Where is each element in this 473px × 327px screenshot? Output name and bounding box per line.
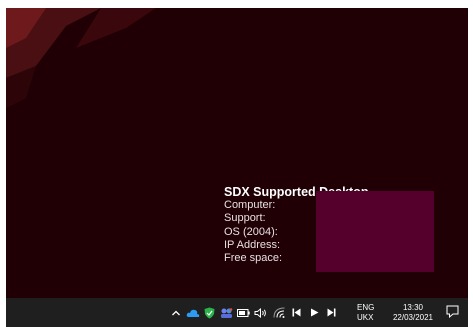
language-code: ENG [357, 303, 375, 312]
previous-track-icon[interactable] [290, 298, 303, 327]
desktop-background: SDX Supported Desktop Computer: Support:… [6, 8, 468, 298]
battery-icon[interactable] [236, 298, 250, 327]
redacted-values-box [316, 191, 434, 272]
onedrive-cloud-icon[interactable] [186, 298, 200, 327]
taskbar: ENG UKX 13:30 22/03/2021 [6, 298, 468, 327]
clock-date: 22/03/2021 [392, 313, 434, 322]
next-track-icon[interactable] [325, 298, 338, 327]
teams-icon[interactable] [219, 298, 233, 327]
wallpaper-art [6, 8, 156, 108]
clock[interactable]: 13:30 22/03/2021 [387, 303, 439, 323]
chevron-up-icon[interactable] [170, 298, 182, 327]
notification-icon[interactable] [446, 305, 459, 323]
wifi-icon[interactable] [272, 298, 286, 327]
language-indicator[interactable]: ENG UKX [357, 303, 374, 323]
volume-icon[interactable] [253, 298, 267, 327]
play-icon[interactable] [308, 298, 321, 327]
clock-time: 13:30 [402, 303, 424, 312]
keyboard-layout: UKX [357, 313, 374, 322]
security-shield-icon[interactable] [203, 298, 216, 327]
